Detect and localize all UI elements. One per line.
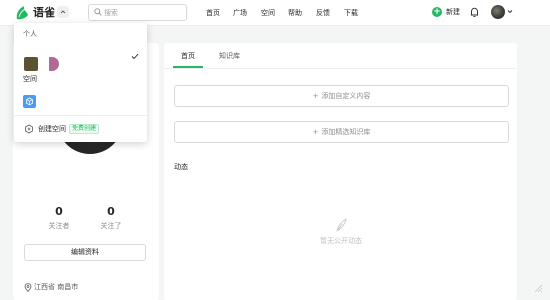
- nav-plaza[interactable]: 广场: [233, 9, 247, 18]
- nav-home[interactable]: 首页: [206, 9, 220, 18]
- nav-help[interactable]: 帮助: [288, 9, 302, 18]
- dropdown-divider: [14, 115, 147, 116]
- tab-divider: [164, 68, 517, 69]
- location-pin-icon: [24, 283, 32, 292]
- create-space-button[interactable]: 创建空间: [38, 125, 66, 134]
- edit-profile-button[interactable]: 编辑资料: [24, 244, 146, 261]
- nav-space[interactable]: 空间: [261, 9, 275, 18]
- user-avatar[interactable]: [491, 5, 505, 19]
- knowledge-base-icon[interactable]: [23, 95, 36, 108]
- bell-icon[interactable]: [470, 7, 479, 18]
- resize-grip-icon[interactable]: [533, 283, 543, 293]
- plus-icon: +: [312, 128, 319, 136]
- cube-icon: [26, 97, 33, 106]
- tab-knowledge-base[interactable]: 知识库: [219, 52, 240, 61]
- main-panel: [164, 43, 517, 300]
- plus-icon: +: [312, 92, 319, 100]
- chevron-down-icon[interactable]: [507, 9, 513, 14]
- dropdown-section-label: 个人: [23, 30, 37, 38]
- location-text: 江西省 南昌市: [34, 283, 79, 291]
- add-custom-content-button[interactable]: + 添加自定义内容: [174, 85, 509, 107]
- search-icon: [94, 8, 102, 16]
- add-custom-content-label: + 添加自定义内容: [312, 92, 371, 100]
- empty-activity-text: 暂无公开动态: [320, 237, 362, 245]
- tab-active-indicator: [173, 66, 203, 68]
- space-avatar[interactable]: [24, 57, 38, 71]
- activity-title: 动态: [174, 163, 188, 171]
- check-icon: [131, 53, 139, 60]
- add-featured-kb-button[interactable]: + 添加精选知识库: [174, 121, 509, 143]
- nav-feedback[interactable]: 反馈: [316, 9, 330, 18]
- add-featured-kb-label: + 添加精选知识库: [312, 128, 371, 136]
- following-count[interactable]: 0: [91, 206, 131, 218]
- following-label[interactable]: 关注了: [91, 222, 131, 231]
- brand-switch-button[interactable]: [57, 6, 69, 18]
- tab-home[interactable]: 首页: [181, 52, 195, 61]
- search-box[interactable]: [88, 4, 187, 21]
- followers-label[interactable]: 关注者: [39, 222, 79, 231]
- feather-icon: [336, 218, 347, 232]
- free-create-badge: 免费创建: [69, 124, 100, 134]
- plus-icon: +: [432, 7, 442, 17]
- search-input[interactable]: [104, 7, 182, 18]
- nav-download[interactable]: 下载: [344, 9, 358, 18]
- chevron-up-icon: [60, 10, 66, 14]
- create-space-icon: [25, 124, 33, 134]
- yuque-logo-icon[interactable]: [14, 5, 30, 21]
- followers-count[interactable]: 0: [39, 206, 79, 218]
- brand-name[interactable]: 语雀: [33, 6, 55, 19]
- new-label: 新建: [446, 8, 460, 16]
- space-item-label[interactable]: 空间: [23, 75, 37, 84]
